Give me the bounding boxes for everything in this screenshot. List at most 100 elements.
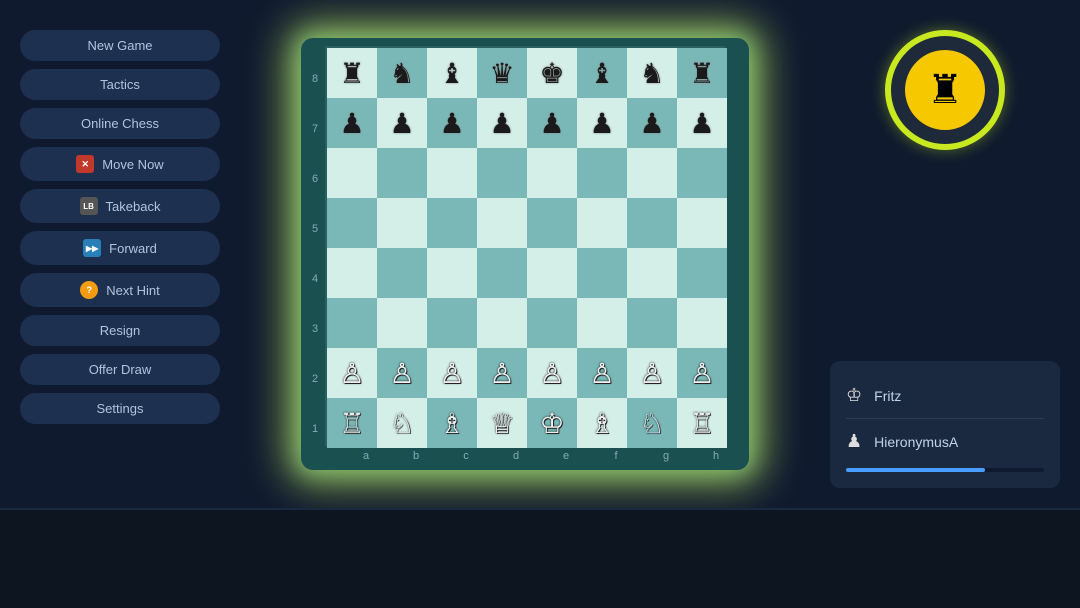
takeback-label: Takeback xyxy=(106,199,161,214)
cell-6-2[interactable]: ♙ xyxy=(427,348,477,398)
sidebar: New Game Tactics Online Chess ✕ Move Now… xyxy=(20,20,220,488)
cell-0-6[interactable]: ♞ xyxy=(627,48,677,98)
cell-6-7[interactable]: ♙ xyxy=(677,348,727,398)
cell-4-5[interactable] xyxy=(577,248,627,298)
online-chess-label: Online Chess xyxy=(81,116,159,131)
cell-2-2[interactable] xyxy=(427,148,477,198)
cell-5-7[interactable] xyxy=(677,298,727,348)
cell-2-3[interactable] xyxy=(477,148,527,198)
cell-5-4[interactable] xyxy=(527,298,577,348)
cell-1-2[interactable]: ♟ xyxy=(427,98,477,148)
next-hint-label: Next Hint xyxy=(106,283,159,298)
right-panel: ♜ ♔ Fritz ♟ HieronymusA xyxy=(830,20,1060,488)
settings-label: Settings xyxy=(97,401,144,416)
cell-7-1[interactable]: ♘ xyxy=(377,398,427,448)
cell-2-0[interactable] xyxy=(327,148,377,198)
cell-5-6[interactable] xyxy=(627,298,677,348)
cell-6-1[interactable]: ♙ xyxy=(377,348,427,398)
cell-1-3[interactable]: ♟ xyxy=(477,98,527,148)
resign-button[interactable]: Resign xyxy=(20,315,220,346)
cell-0-2[interactable]: ♝ xyxy=(427,48,477,98)
forward-label: Forward xyxy=(109,241,157,256)
cell-6-5[interactable]: ♙ xyxy=(577,348,627,398)
cell-7-6[interactable]: ♘ xyxy=(627,398,677,448)
move-now-icon: ✕ xyxy=(76,155,94,173)
cell-5-3[interactable] xyxy=(477,298,527,348)
cell-3-2[interactable] xyxy=(427,198,477,248)
bottom-bar xyxy=(0,508,1080,608)
cell-4-1[interactable] xyxy=(377,248,427,298)
cell-7-7[interactable]: ♖ xyxy=(677,398,727,448)
cell-7-4[interactable]: ♔ xyxy=(527,398,577,448)
cell-1-1[interactable]: ♟ xyxy=(377,98,427,148)
cell-7-2[interactable]: ♗ xyxy=(427,398,477,448)
cell-3-1[interactable] xyxy=(377,198,427,248)
chess-board[interactable]: ♜♞♝♛♚♝♞♜♟♟♟♟♟♟♟♟♙♙♙♙♙♙♙♙♖♘♗♕♔♗♘♖ xyxy=(325,46,725,446)
online-chess-button[interactable]: Online Chess xyxy=(20,108,220,139)
cell-4-4[interactable] xyxy=(527,248,577,298)
logo-circle: ♜ xyxy=(885,30,1005,150)
cell-3-5[interactable] xyxy=(577,198,627,248)
cell-3-4[interactable] xyxy=(527,198,577,248)
cell-2-1[interactable] xyxy=(377,148,427,198)
cell-4-2[interactable] xyxy=(427,248,477,298)
cell-7-3[interactable]: ♕ xyxy=(477,398,527,448)
cell-6-3[interactable]: ♙ xyxy=(477,348,527,398)
cell-6-6[interactable]: ♙ xyxy=(627,348,677,398)
settings-button[interactable]: Settings xyxy=(20,393,220,424)
cell-1-6[interactable]: ♟ xyxy=(627,98,677,148)
cell-5-1[interactable] xyxy=(377,298,427,348)
cell-7-5[interactable]: ♗ xyxy=(577,398,627,448)
cell-6-4[interactable]: ♙ xyxy=(527,348,577,398)
cell-4-3[interactable] xyxy=(477,248,527,298)
board-container: 8 7 6 5 4 3 2 1 ♜♞♝♛♚♝♞♜♟♟♟♟♟♟♟♟♙♙♙♙♙♙♙♙… xyxy=(240,20,810,488)
cell-6-0[interactable]: ♙ xyxy=(327,348,377,398)
takeback-button[interactable]: LB Takeback xyxy=(20,189,220,223)
cell-4-0[interactable] xyxy=(327,248,377,298)
cell-1-0[interactable]: ♟ xyxy=(327,98,377,148)
logo-icon: ♜ xyxy=(927,67,963,113)
offer-draw-button[interactable]: Offer Draw xyxy=(20,354,220,385)
opponent-icon: ♔ xyxy=(846,385,862,406)
cell-2-4[interactable] xyxy=(527,148,577,198)
players-section: ♔ Fritz ♟ HieronymusA xyxy=(830,361,1060,488)
cell-3-6[interactable] xyxy=(627,198,677,248)
cell-3-7[interactable] xyxy=(677,198,727,248)
rank-labels: 8 7 6 5 4 3 2 1 xyxy=(309,54,321,454)
cell-1-4[interactable]: ♟ xyxy=(527,98,577,148)
cell-4-7[interactable] xyxy=(677,248,727,298)
cell-5-2[interactable] xyxy=(427,298,477,348)
cell-0-1[interactable]: ♞ xyxy=(377,48,427,98)
cell-0-4[interactable]: ♚ xyxy=(527,48,577,98)
board-wrapper: 8 7 6 5 4 3 2 1 ♜♞♝♛♚♝♞♜♟♟♟♟♟♟♟♟♙♙♙♙♙♙♙♙… xyxy=(309,46,741,462)
offer-draw-label: Offer Draw xyxy=(89,362,152,377)
cell-1-5[interactable]: ♟ xyxy=(577,98,627,148)
cell-0-3[interactable]: ♛ xyxy=(477,48,527,98)
cell-7-0[interactable]: ♖ xyxy=(327,398,377,448)
resign-label: Resign xyxy=(100,323,140,338)
move-now-button[interactable]: ✕ Move Now xyxy=(20,147,220,181)
cell-2-5[interactable] xyxy=(577,148,627,198)
cell-0-0[interactable]: ♜ xyxy=(327,48,377,98)
cell-3-3[interactable] xyxy=(477,198,527,248)
forward-button[interactable]: ▶▶ Forward xyxy=(20,231,220,265)
tactics-button[interactable]: Tactics xyxy=(20,69,220,100)
cell-3-0[interactable] xyxy=(327,198,377,248)
cell-5-5[interactable] xyxy=(577,298,627,348)
cell-0-5[interactable]: ♝ xyxy=(577,48,627,98)
cell-2-6[interactable] xyxy=(627,148,677,198)
player-icon: ♟ xyxy=(846,431,862,452)
tactics-label: Tactics xyxy=(100,77,140,92)
cell-2-7[interactable] xyxy=(677,148,727,198)
cell-1-7[interactable]: ♟ xyxy=(677,98,727,148)
file-labels: a b c d e f g h xyxy=(341,450,741,462)
forward-icon: ▶▶ xyxy=(83,239,101,257)
board-glow: 8 7 6 5 4 3 2 1 ♜♞♝♛♚♝♞♜♟♟♟♟♟♟♟♟♙♙♙♙♙♙♙♙… xyxy=(301,38,749,470)
next-hint-button[interactable]: ? Next Hint xyxy=(20,273,220,307)
player-name: HieronymusA xyxy=(874,434,958,450)
new-game-button[interactable]: New Game xyxy=(20,30,220,61)
cell-0-7[interactable]: ♜ xyxy=(677,48,727,98)
next-hint-icon: ? xyxy=(80,281,98,299)
cell-4-6[interactable] xyxy=(627,248,677,298)
cell-5-0[interactable] xyxy=(327,298,377,348)
